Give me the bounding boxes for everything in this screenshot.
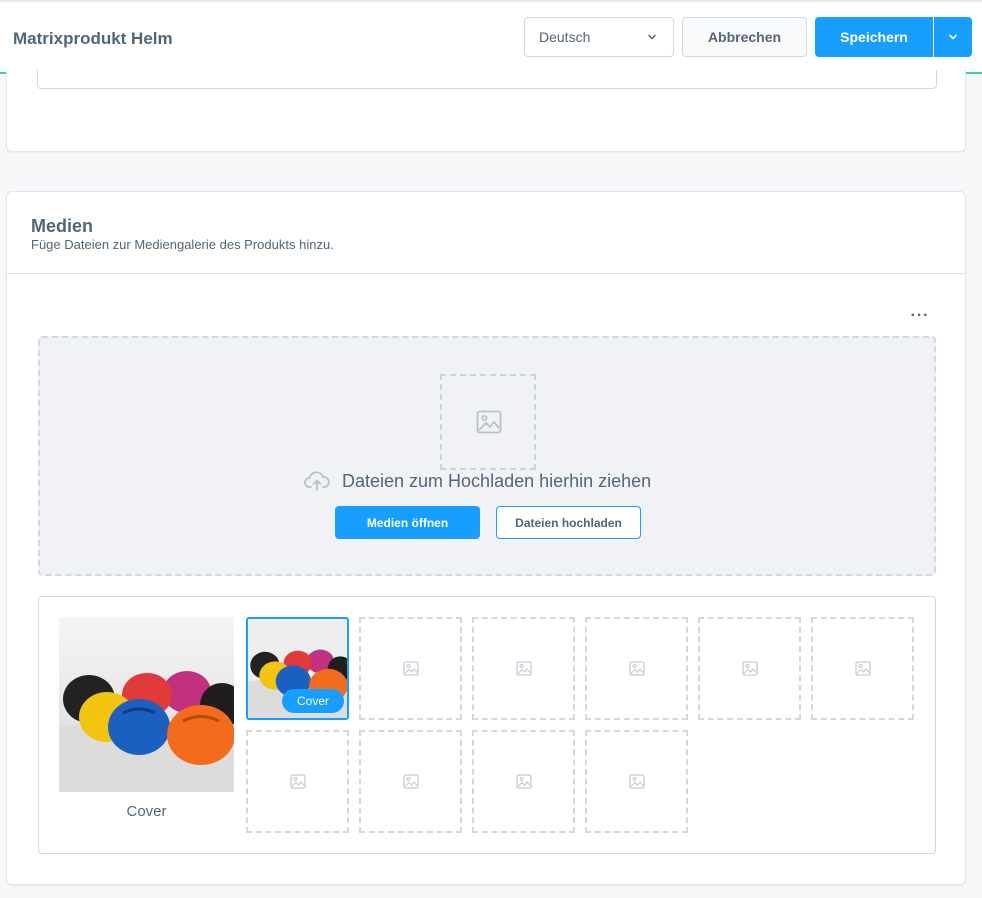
page-title: Matrixprodukt Helm (13, 29, 173, 48)
upload-files-button[interactable]: Dateien hochladen (496, 506, 641, 539)
save-options-button[interactable] (934, 17, 972, 57)
image-icon (516, 661, 532, 676)
gallery-empty-slot[interactable] (698, 617, 801, 720)
image-icon (476, 410, 502, 434)
language-select-value: Deutsch (539, 29, 591, 45)
gallery-empty-slot[interactable] (472, 617, 575, 720)
cloud-upload-icon (304, 471, 330, 491)
more-options-button[interactable]: ··· (906, 306, 934, 326)
gallery-empty-slot[interactable] (246, 730, 349, 833)
helmets-photo (59, 617, 234, 792)
image-icon (403, 774, 419, 789)
gallery-empty-slot[interactable] (359, 730, 462, 833)
gallery-thumbnail-cover[interactable]: Cover (246, 617, 349, 720)
media-gallery: Cover Cover (38, 596, 936, 854)
image-icon (403, 661, 419, 676)
header-bar: Matrixprodukt Helm Deutsch Abbrechen Spe… (0, 0, 982, 74)
dropzone-image-placeholder (440, 374, 536, 470)
image-icon (290, 774, 306, 789)
image-icon (629, 661, 645, 676)
dropzone-text: Dateien zum Hochladen hierhin ziehen (304, 470, 651, 492)
save-button[interactable]: Speichern (815, 17, 933, 57)
gallery-empty-slot[interactable] (585, 617, 688, 720)
previous-card-field[interactable] (37, 70, 937, 89)
media-subtitle: Füge Dateien zur Mediengalerie des Produ… (31, 237, 334, 252)
image-icon (629, 774, 645, 789)
cover-badge: Cover (282, 689, 344, 713)
gallery-empty-slot[interactable] (585, 730, 688, 833)
media-title: Medien (31, 216, 94, 236)
chevron-down-icon (648, 34, 656, 40)
dropzone-label: Dateien zum Hochladen hierhin ziehen (342, 470, 652, 491)
previous-card (6, 70, 966, 152)
open-media-button[interactable]: Medien öffnen (335, 506, 480, 539)
chevron-down-icon (949, 34, 957, 40)
image-icon (742, 661, 758, 676)
image-icon (855, 661, 871, 676)
cover-image (59, 617, 234, 792)
media-dropzone[interactable]: Dateien zum Hochladen hierhin ziehen Med… (38, 336, 936, 576)
media-card: Medien Füge Dateien zur Mediengalerie de… (6, 191, 966, 885)
gallery-empty-slot[interactable] (811, 617, 914, 720)
gallery-empty-slot[interactable] (359, 617, 462, 720)
image-icon (516, 774, 532, 789)
language-select[interactable]: Deutsch (524, 17, 674, 57)
cover-label: Cover (126, 803, 167, 820)
cancel-button[interactable]: Abbrechen (682, 17, 807, 57)
gallery-empty-slot[interactable] (472, 730, 575, 833)
card-divider (7, 273, 965, 274)
